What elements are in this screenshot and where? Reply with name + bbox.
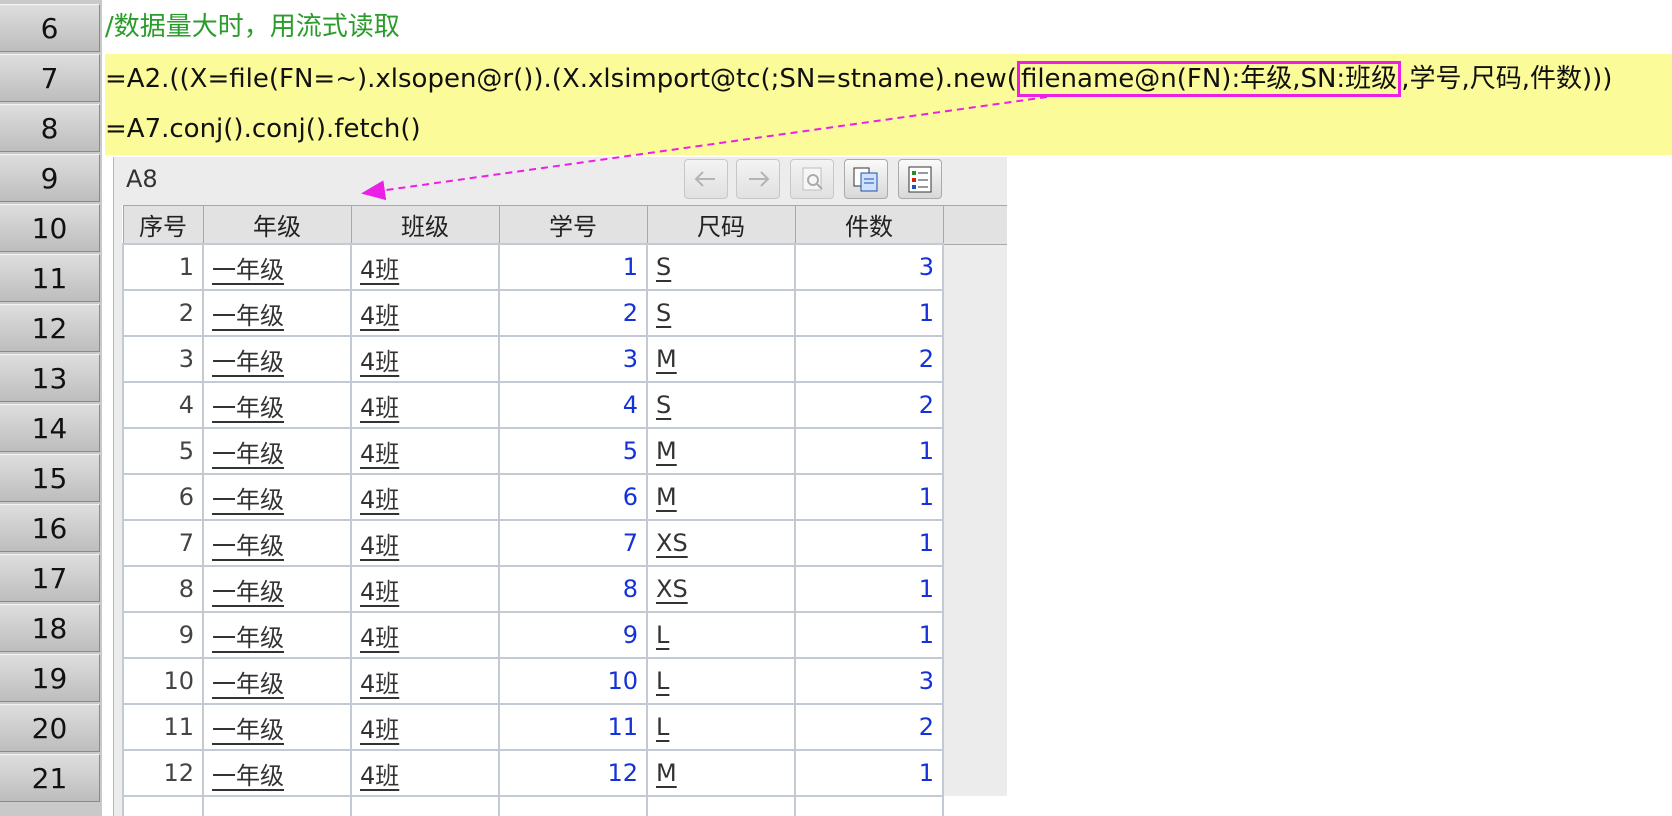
pointer-arrow [361, 96, 1048, 201]
annotation-arrow [361, 96, 1048, 201]
